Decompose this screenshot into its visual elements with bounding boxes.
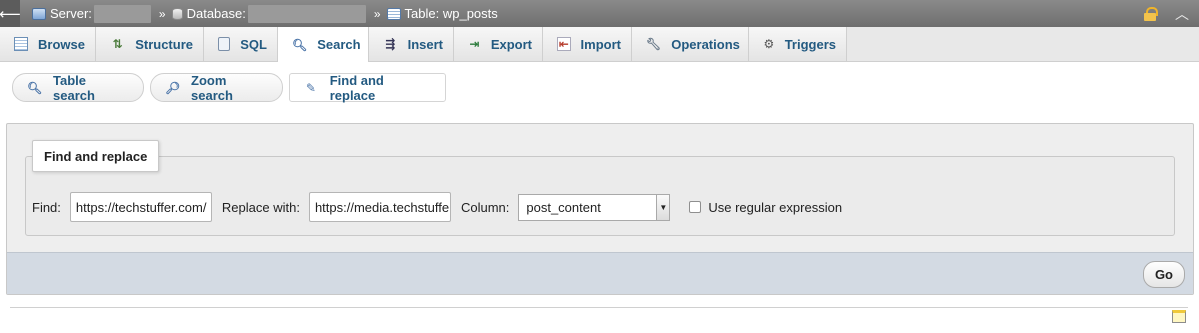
note-icon[interactable] — [1172, 310, 1186, 323]
import-icon: ⇤ — [557, 37, 571, 51]
export-icon: ⇥ — [469, 37, 480, 51]
column-label: Column: — [460, 199, 510, 215]
tab-label: Insert — [407, 36, 443, 52]
structure-icon: ⇅ — [112, 37, 123, 51]
breadcrumb-table[interactable]: Table: wp_posts — [386, 6, 498, 21]
find-replace-row: Find: https://techstuffer.com/ Replace w… — [32, 192, 842, 222]
sql-icon — [218, 37, 231, 51]
tab-label: Triggers — [784, 36, 836, 52]
search-subtabs: 🔍︎ Table search 🔎︎ Zoom search ✎ Find an… — [12, 72, 452, 103]
find-replace-panel: Find and replace Find: https://techstuff… — [6, 123, 1194, 295]
tab-operations[interactable]: 🔧︎ Operations — [632, 27, 749, 61]
breadcrumb-separator: » — [158, 6, 166, 21]
database-icon — [171, 7, 183, 20]
tab-label: Import — [580, 36, 621, 52]
zoom-icon: 🔎︎ — [165, 80, 181, 95]
server-icon — [32, 7, 46, 20]
search-icon: 🔍︎ — [292, 37, 308, 52]
database-name-redacted — [247, 4, 366, 23]
tab-sql[interactable]: SQL — [204, 27, 278, 61]
chevron-down-icon: ▼ — [656, 194, 670, 220]
tab-insert[interactable]: ⇶ Insert — [369, 27, 454, 61]
regex-label[interactable]: Use regular expression — [708, 200, 842, 215]
tab-label: Export — [490, 36, 532, 52]
server-name-redacted — [93, 4, 151, 23]
collapse-icon[interactable]: ︿ — [1173, 4, 1191, 24]
tab-import[interactable]: ⇤ Import — [543, 27, 632, 61]
triggers-icon: ⚙︎ — [763, 37, 775, 51]
find-label: Find: — [32, 199, 61, 215]
table-icon — [386, 7, 401, 20]
breadcrumb-separator: » — [373, 6, 381, 21]
fieldset-legend: Find and replace — [32, 140, 160, 172]
lock-icon[interactable] — [1143, 7, 1158, 21]
column-select[interactable]: post_content ▼ — [518, 193, 671, 221]
find-replace-icon: ✎ — [305, 80, 316, 95]
server-label[interactable]: Server: — [50, 6, 92, 21]
go-button[interactable]: Go — [1142, 261, 1185, 288]
tab-label: Operations — [671, 36, 740, 52]
tab-label: Browse — [38, 36, 85, 52]
back-arrow-icon[interactable]: ⟵ — [0, 0, 21, 27]
tab-structure[interactable]: ⇅ Structure — [96, 27, 204, 61]
find-input[interactable]: https://techstuffer.com/ — [69, 192, 212, 222]
column-select-value: post_content — [526, 199, 601, 215]
subtab-label: Find and replace — [329, 72, 384, 103]
subtab-zoom-search[interactable]: 🔎︎ Zoom search — [150, 72, 283, 103]
subtab-label: Table search — [53, 72, 95, 103]
breadcrumb-database[interactable]: Database: — [171, 4, 366, 23]
regex-checkbox[interactable] — [689, 201, 702, 213]
magnifier-icon: 🔍︎ — [27, 80, 43, 95]
table-label[interactable]: Table: wp_posts — [405, 6, 498, 21]
subtab-find-and-replace[interactable]: ✎ Find and replace — [289, 72, 446, 103]
form-footer: Go — [7, 252, 1193, 294]
breadcrumb-server[interactable]: Server: — [32, 4, 151, 23]
replace-input[interactable]: https://media.techstuffer.com/ — [308, 192, 451, 222]
insert-icon: ⇶ — [385, 37, 396, 51]
tab-search[interactable]: 🔍︎ Search — [278, 27, 369, 62]
database-label[interactable]: Database: — [187, 6, 246, 21]
replace-label: Replace with: — [221, 199, 300, 215]
tab-label: Structure — [135, 36, 193, 52]
browse-icon — [14, 37, 29, 51]
tab-label: SQL — [240, 36, 267, 52]
subtab-label: Zoom search — [191, 72, 233, 103]
breadcrumb: ⟵ Server: » Database: » Table: wp_posts … — [0, 0, 1199, 27]
tab-triggers[interactable]: ⚙︎ Triggers — [749, 27, 847, 61]
page-divider — [10, 307, 1188, 308]
subtab-table-search[interactable]: 🔍︎ Table search — [12, 72, 144, 103]
main-tabs: Browse ⇅ Structure SQL 🔍︎ Search ⇶ Inser… — [0, 27, 1199, 62]
tab-export[interactable]: ⇥ Export — [454, 27, 543, 61]
tab-label: Search — [317, 37, 361, 52]
wrench-icon: 🔧︎ — [646, 37, 662, 51]
tab-browse[interactable]: Browse — [0, 27, 96, 61]
